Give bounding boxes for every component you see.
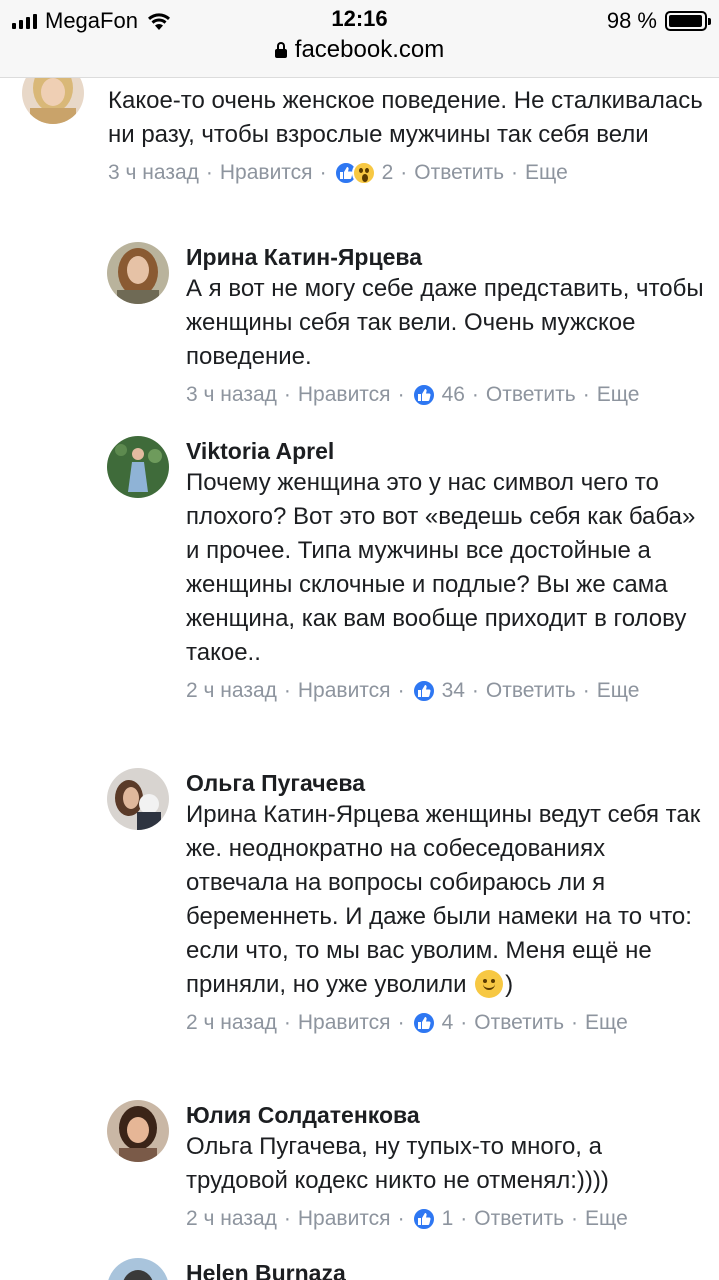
browser-top-bar: MegaFon 12:16 98 % facebook.com [0, 0, 719, 78]
lock-icon [274, 42, 287, 58]
reply-link[interactable]: Ответить [474, 1011, 564, 1035]
reaction-summary[interactable]: 1 [411, 1207, 454, 1231]
reaction-count: 2 [381, 161, 394, 184]
like-link[interactable]: Нравится [220, 161, 313, 185]
wow-icon [351, 161, 376, 185]
comment-author[interactable]: Ольга Пугачева [186, 768, 709, 798]
reaction-count: 1 [441, 1207, 454, 1230]
avatar[interactable] [107, 768, 169, 830]
like-link[interactable]: Нравится [298, 383, 391, 407]
comment-text: А я вот не могу себе даже представить, ч… [186, 275, 704, 370]
reply-link[interactable]: Ответить [486, 679, 576, 703]
comment-meta: 2 ч назад · Нравится · 4 · Ответить · Ещ… [186, 1011, 628, 1035]
smile-icon [475, 970, 504, 998]
comment-time[interactable]: 2 ч назад [186, 1207, 277, 1231]
comment-author[interactable]: Viktoria Aprel [186, 436, 709, 466]
comment-meta: 2 ч назад · Нравится · 34 · Ответить · Е… [186, 679, 640, 703]
comment-text: Ирина Катин-Ярцева женщины ведут себя та… [186, 798, 709, 1002]
like-link[interactable]: Нравится [298, 679, 391, 703]
reply-link[interactable]: Ответить [414, 161, 504, 185]
reply-link[interactable]: Ответить [474, 1207, 564, 1231]
comment-time[interactable]: 3 ч назад [186, 383, 277, 407]
battery-icon [665, 11, 711, 31]
avatar[interactable] [107, 1100, 169, 1162]
more-link[interactable]: Еще [585, 1207, 628, 1231]
like-link[interactable]: Нравится [298, 1011, 391, 1035]
comment-text: Какое-то очень женское поведение. Не ста… [108, 87, 703, 148]
more-link[interactable]: Еще [597, 679, 640, 703]
battery-status: 98 % [606, 8, 711, 34]
comment-time[interactable]: 2 ч назад [186, 679, 277, 703]
battery-level [669, 15, 703, 27]
comment-time[interactable]: 3 ч назад [108, 161, 199, 185]
comment-thread: Какое-то очень женское поведение. Не ста… [0, 78, 719, 1280]
reply-link[interactable]: Ответить [486, 383, 576, 407]
more-link[interactable]: Еще [585, 1011, 628, 1035]
comment-text: Ольга Пугачева, ну тупых-то много, а тру… [186, 1133, 609, 1194]
reaction-summary[interactable]: 34 [411, 679, 465, 703]
comment-meta: 3 ч назад · Нравится · 46 · Ответить · Е… [186, 383, 640, 407]
reaction-count: 46 [441, 383, 465, 406]
comment-author[interactable]: Юлия Солдатенкова [186, 1100, 709, 1130]
like-icon [411, 383, 436, 407]
url-domain[interactable]: facebook.com [295, 36, 444, 64]
more-link[interactable]: Еще [597, 383, 640, 407]
reaction-summary[interactable]: 2 [333, 161, 394, 185]
reaction-count: 4 [441, 1011, 454, 1034]
comment-meta: 2 ч назад · Нравится · 1 · Ответить · Ещ… [186, 1207, 628, 1231]
battery-percent: 98 % [606, 8, 657, 33]
avatar[interactable] [107, 1258, 169, 1280]
avatar[interactable] [22, 78, 84, 124]
like-icon [411, 1011, 436, 1035]
like-link[interactable]: Нравится [298, 1207, 391, 1231]
reaction-summary[interactable]: 4 [411, 1011, 454, 1035]
like-icon [411, 679, 436, 703]
comment-meta: 3 ч назад · Нравится · 2 · Ответить · Ещ… [108, 161, 568, 185]
avatar[interactable] [107, 242, 169, 304]
reaction-count: 34 [441, 679, 465, 702]
comment-author[interactable]: Helen Burnaza [186, 1258, 709, 1280]
comment-time[interactable]: 2 ч назад [186, 1011, 277, 1035]
comment-text: Почему женщина это у нас символ чего то … [186, 469, 696, 666]
avatar[interactable] [107, 436, 169, 498]
more-link[interactable]: Еще [525, 161, 568, 185]
comment-text-part: Ирина Катин-Ярцева женщины ведут себя та… [186, 801, 701, 998]
reaction-summary[interactable]: 46 [411, 383, 465, 407]
comment-text-part: ) [505, 971, 514, 998]
like-icon [411, 1207, 436, 1231]
comment-author[interactable]: Ирина Катин-Ярцева [186, 242, 709, 272]
url-bar[interactable]: facebook.com [0, 36, 719, 64]
